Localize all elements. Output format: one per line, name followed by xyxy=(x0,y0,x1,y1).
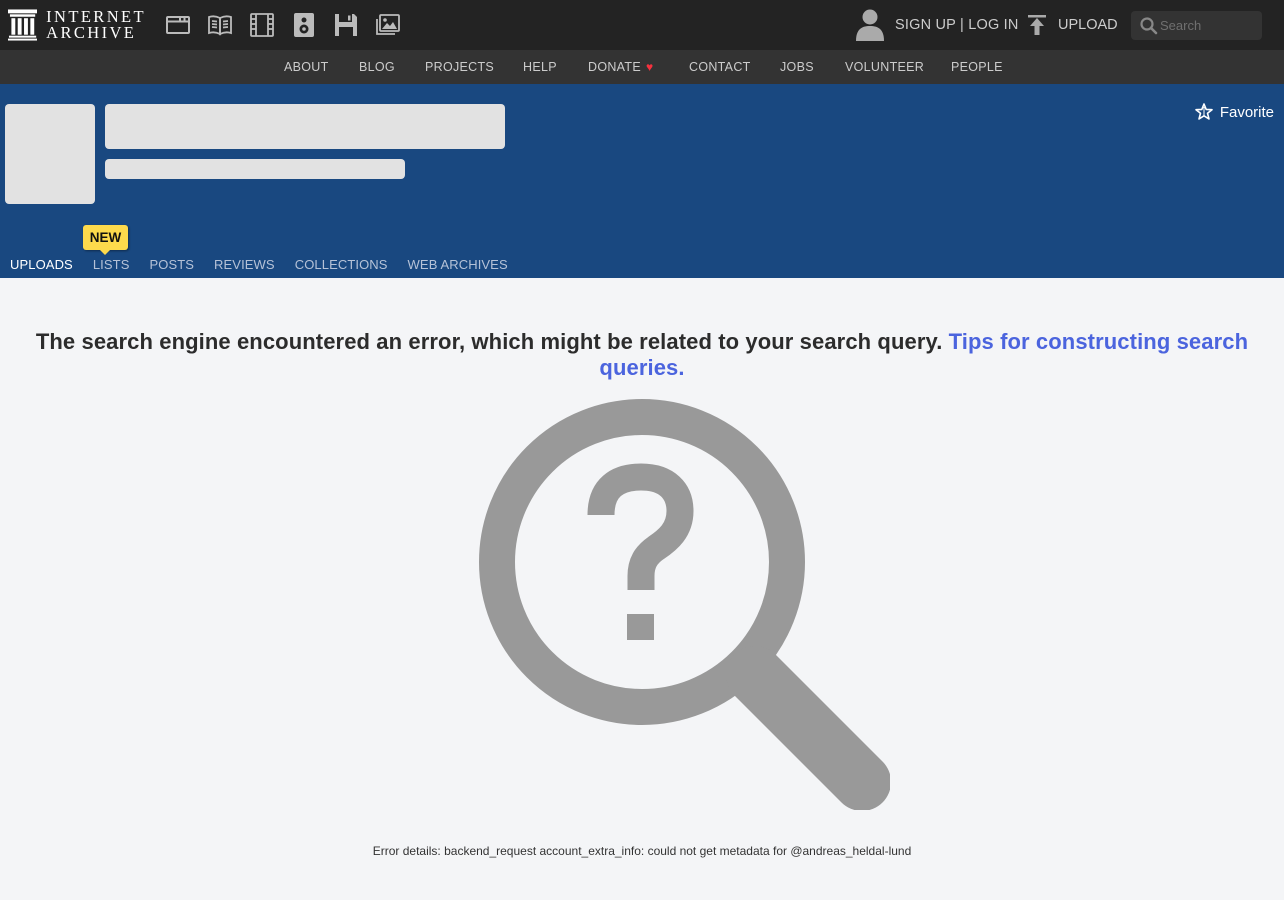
secondary-nav: ABOUT BLOG PROJECTS HELP DONATE ♥ CONTACT… xyxy=(0,50,1284,84)
nav-volunteer[interactable]: VOLUNTEER xyxy=(845,50,924,84)
media-type-nav xyxy=(162,8,414,42)
tab-lists[interactable]: LISTS xyxy=(93,257,130,273)
error-message: The search engine encountered an error, … xyxy=(0,329,1284,381)
nav-blog[interactable]: BLOG xyxy=(359,50,395,84)
tab-posts[interactable]: POSTS xyxy=(149,257,194,273)
logo-text: INTERNET ARCHIVE xyxy=(46,8,146,42)
search-box xyxy=(1131,11,1262,40)
nav-jobs[interactable]: JOBS xyxy=(780,50,814,84)
subtitle-placeholder xyxy=(105,159,405,179)
user-area: SIGN UP | LOG IN xyxy=(853,7,1019,43)
images-icon[interactable] xyxy=(372,8,404,42)
upload-button[interactable]: UPLOAD xyxy=(1024,10,1118,40)
upload-icon xyxy=(1028,15,1046,35)
star-icon xyxy=(1195,103,1213,120)
sign-up-link[interactable]: SIGN UP xyxy=(895,17,956,33)
nav-people[interactable]: PEOPLE xyxy=(951,50,1003,84)
tab-uploads[interactable]: UPLOADS xyxy=(10,257,73,273)
nav-help[interactable]: HELP xyxy=(523,50,557,84)
profile-header: Favorite NEW UPLOADS LISTS POSTS REVIEWS… xyxy=(0,84,1284,278)
nav-donate-label: DONATE xyxy=(588,60,641,74)
tab-reviews[interactable]: REVIEWS xyxy=(214,257,275,273)
error-details: Error details: backend_request account_e… xyxy=(372,844,912,858)
top-bar: INTERNET ARCHIVE SIGN UP | LOG IN UPLOAD… xyxy=(0,0,1284,50)
favorite-label: Favorite xyxy=(1219,103,1274,121)
video-icon[interactable] xyxy=(246,8,278,42)
user-icon[interactable] xyxy=(853,7,887,43)
archive-building-icon xyxy=(8,9,38,41)
texts-icon[interactable] xyxy=(204,8,236,42)
logo-line-2: ARCHIVE xyxy=(46,23,137,42)
search-input[interactable] xyxy=(1160,18,1260,33)
audio-icon[interactable] xyxy=(288,8,320,42)
upload-label: UPLOAD xyxy=(1058,17,1118,33)
error-message-text: The search engine encountered an error, … xyxy=(35,329,943,354)
avatar-placeholder xyxy=(5,104,95,204)
nav-contact[interactable]: CONTACT xyxy=(689,50,751,84)
log-in-link[interactable]: LOG IN xyxy=(968,17,1018,33)
tab-collections[interactable]: COLLECTIONS xyxy=(295,257,388,273)
magnifier-question-icon xyxy=(479,399,890,810)
web-icon[interactable] xyxy=(162,8,194,42)
nav-projects[interactable]: PROJECTS xyxy=(425,50,494,84)
auth-links: SIGN UP | LOG IN xyxy=(895,17,1019,33)
profile-tabs: UPLOADS LISTS POSTS REVIEWS COLLECTIONS … xyxy=(10,257,528,273)
tab-web-archives[interactable]: WEB ARCHIVES xyxy=(408,257,508,273)
nav-about[interactable]: ABOUT xyxy=(284,50,329,84)
auth-separator: | xyxy=(960,17,964,33)
title-placeholder xyxy=(105,104,505,149)
internet-archive-logo[interactable]: INTERNET ARCHIVE xyxy=(8,7,146,43)
nav-donate[interactable]: DONATE ♥ xyxy=(588,50,653,84)
new-badge: NEW xyxy=(83,225,128,255)
search-icon[interactable] xyxy=(1139,16,1159,36)
heart-icon: ♥ xyxy=(645,60,654,74)
software-icon[interactable] xyxy=(330,8,362,42)
favorite-button[interactable]: Favorite xyxy=(1194,102,1274,122)
